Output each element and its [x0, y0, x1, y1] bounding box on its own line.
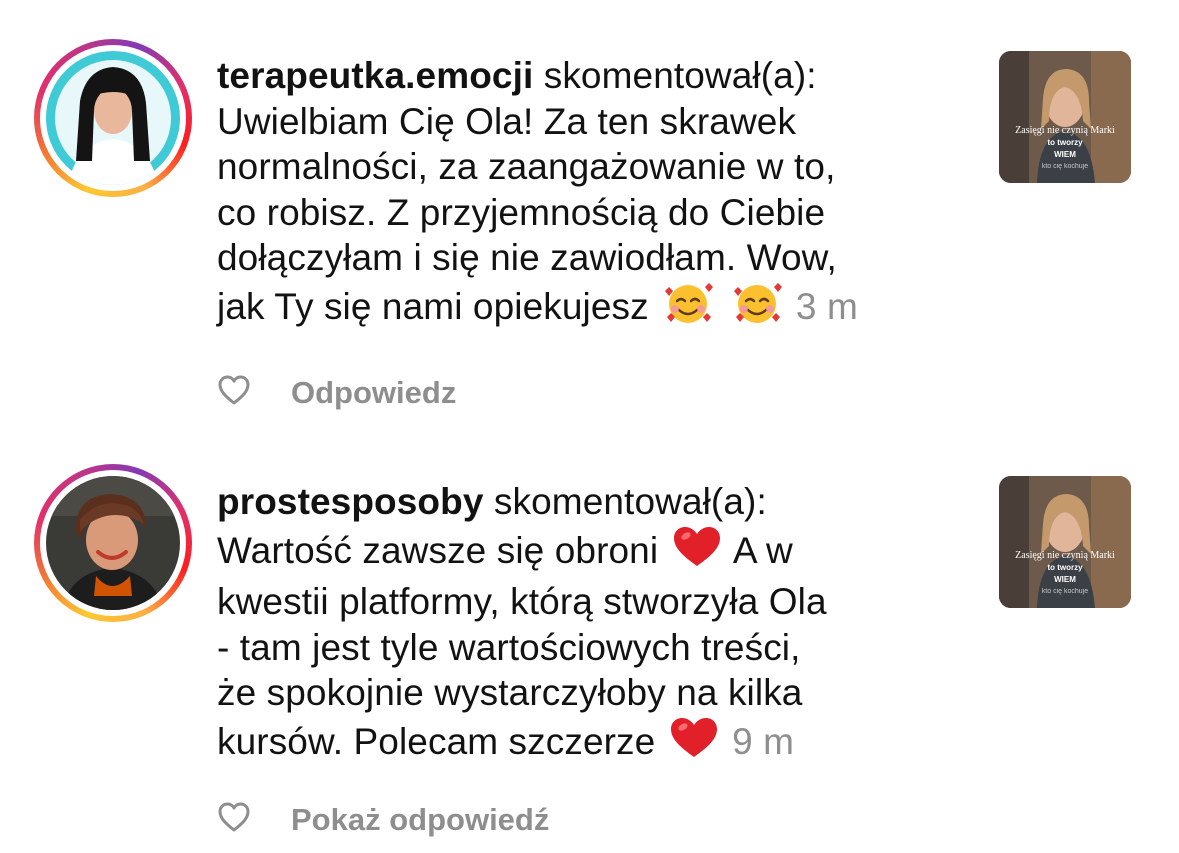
comment-line: A w — [732, 529, 793, 571]
avatar — [46, 476, 180, 610]
comment-username[interactable]: terapeutka.emocji — [217, 55, 533, 96]
thumbnail-caption: Zasięgi nie czynią Marki to tworzy WIEM … — [1015, 125, 1115, 170]
comment-line: kwestii platformy, którą stworzyła Ola — [217, 581, 827, 622]
avatar — [46, 51, 180, 185]
comment-line: - tam jest tyle wartościowych treści, — [217, 626, 801, 668]
comment-line: kursów. Polecam szczerze — [217, 720, 656, 762]
comment-text: terapeutka.emocji skomentował(a): Uwielb… — [217, 53, 977, 335]
comment-line: normalności, za zaangażowanie w to, — [217, 146, 836, 187]
comment-line: że spokojnie wystarczyłoby na kilka — [217, 672, 803, 713]
comment-timestamp: 9 m — [732, 720, 795, 762]
smiling-face-with-hearts-icon — [661, 281, 715, 336]
avatar-story-ring[interactable] — [34, 464, 192, 622]
comment-line: dołączyłam i się nie zawiodłam. Wow, — [217, 237, 837, 278]
smiling-face-with-hearts-icon — [730, 281, 784, 336]
comment-line: co robisz. Z przyjemnością do Ciebie — [217, 191, 826, 233]
like-heart-icon[interactable] — [217, 801, 251, 838]
comment-timestamp: 3 m — [795, 285, 858, 327]
post-thumbnail[interactable]: Zasięgi nie czynią Marki to tworzy WIEM … — [999, 51, 1131, 183]
post-thumbnail[interactable]: Zasięgi nie czynią Marki to tworzy WIEM … — [999, 476, 1131, 608]
comment-item: prostesposoby skomentował(a): Wartość za… — [0, 430, 1179, 853]
comment-text: prostesposoby skomentował(a): Wartość za… — [217, 479, 977, 770]
comment-action: skomentował(a): — [543, 55, 817, 96]
show-replies-button[interactable]: Pokaż odpowiedź — [291, 802, 549, 838]
red-heart-icon — [671, 525, 723, 580]
comment-line: jak Ty się nami opiekujesz — [217, 285, 649, 327]
like-heart-icon[interactable] — [217, 374, 251, 411]
red-heart-icon — [668, 716, 720, 771]
avatar-story-ring[interactable] — [34, 39, 192, 197]
comment-item: terapeutka.emocji skomentował(a): Uwielb… — [0, 0, 1179, 430]
comment-line: Uwielbiam Cię Ola! Za ten skrawek — [217, 100, 797, 142]
comment-action: skomentował(a): — [493, 481, 767, 522]
comment-line: Wartość zawsze się obroni — [217, 529, 659, 571]
comment-username[interactable]: prostesposoby — [217, 481, 484, 522]
thumbnail-caption: Zasięgi nie czynią Marki to tworzy WIEM … — [1015, 550, 1115, 595]
reply-button[interactable]: Odpowiedz — [291, 375, 456, 411]
